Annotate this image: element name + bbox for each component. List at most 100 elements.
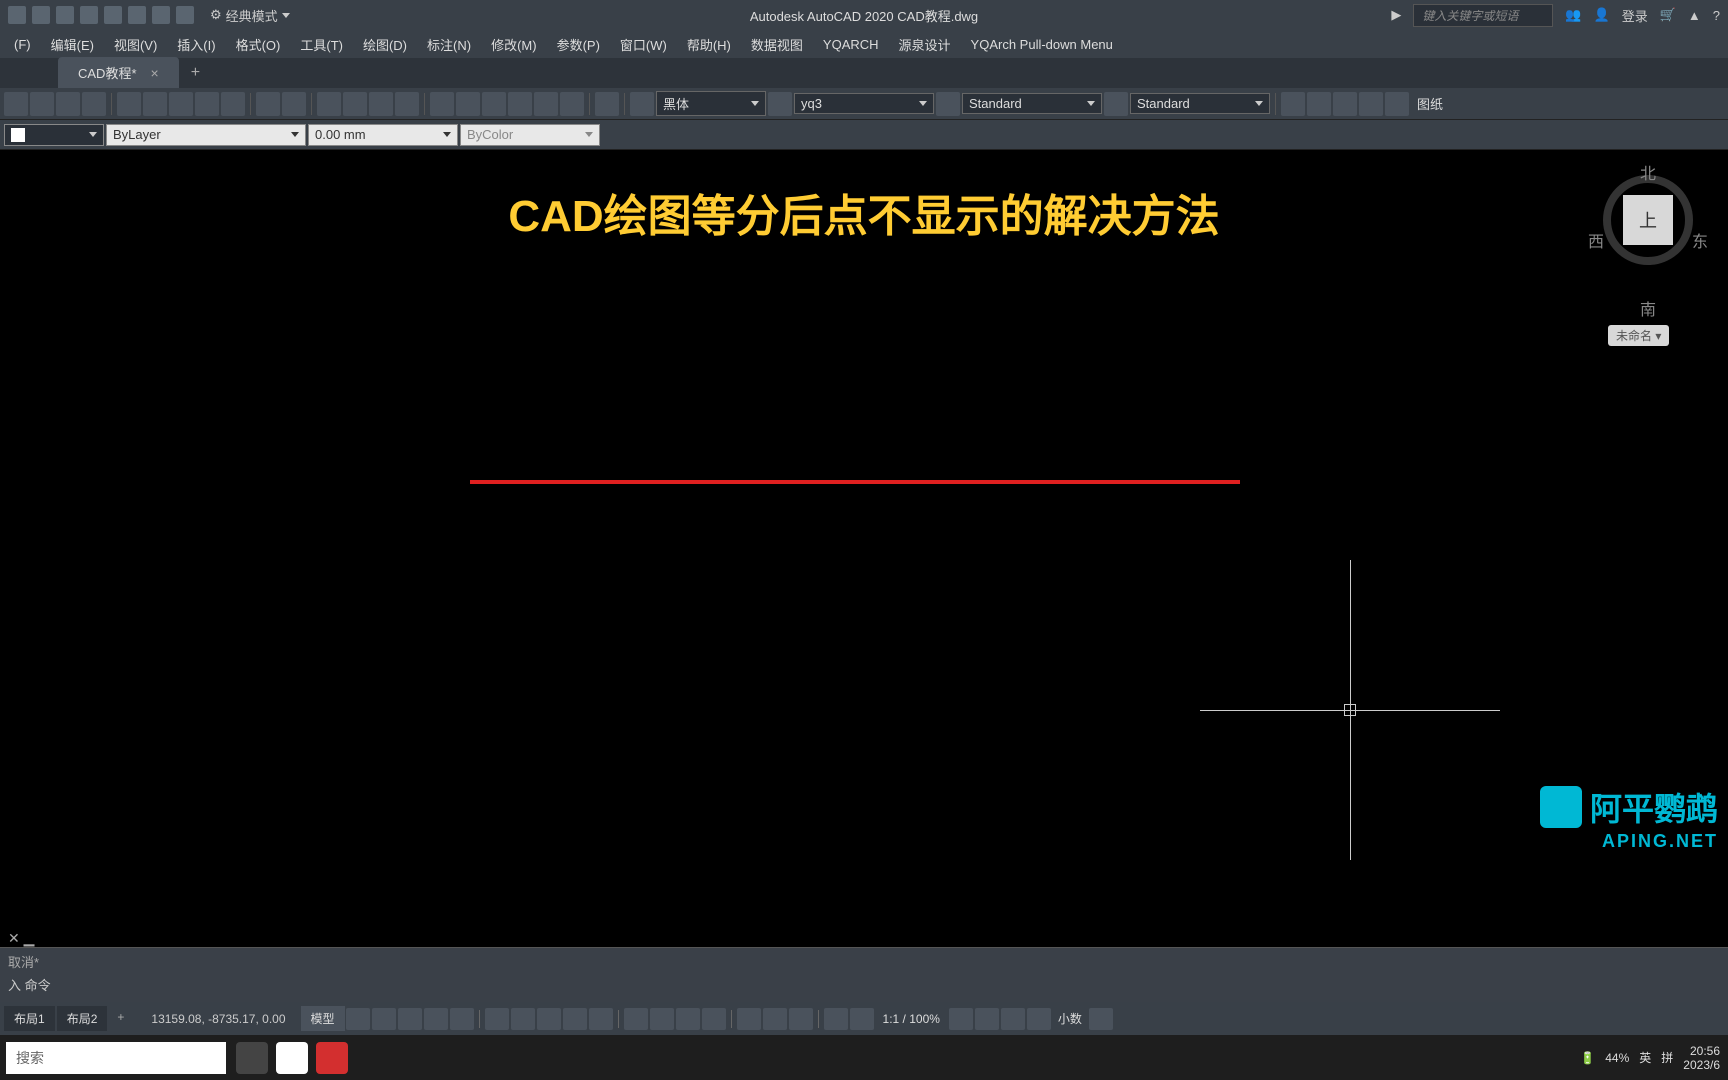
polar-toggle[interactable] [424, 1008, 448, 1030]
menu-yuanquan[interactable]: 源泉设计 [889, 35, 961, 54]
command-prompt[interactable]: 入 命令 [8, 975, 1720, 994]
new-icon[interactable] [32, 6, 50, 24]
color-swatch[interactable] [1385, 92, 1409, 116]
design-center-button[interactable] [456, 92, 480, 116]
table-style-button[interactable] [936, 92, 960, 116]
save-icon[interactable] [80, 6, 98, 24]
units-label[interactable]: 小数 [1052, 1010, 1088, 1027]
menu-dataview[interactable]: 数据视图 [741, 35, 813, 54]
gizmo-toggle[interactable] [702, 1008, 726, 1030]
redo-button[interactable] [282, 92, 306, 116]
os-search[interactable]: 搜索 [6, 1042, 226, 1074]
zoom-window-button[interactable] [369, 92, 393, 116]
color-dropdown[interactable] [4, 124, 104, 146]
linetype-dropdown[interactable]: ByLayer [106, 124, 306, 146]
snap-toggle[interactable] [372, 1008, 396, 1030]
customize-button[interactable] [1089, 1008, 1113, 1030]
close-icon[interactable]: × [151, 65, 159, 81]
model-tab[interactable]: 模型 [301, 1006, 345, 1031]
hardware-accel[interactable] [975, 1008, 999, 1030]
clock-time[interactable]: 20:56 [1683, 1044, 1720, 1058]
taskbar-app-1[interactable] [236, 1042, 268, 1074]
search-input[interactable]: 键入关键字或短语 [1413, 4, 1553, 27]
menu-insert[interactable]: 插入(I) [167, 35, 225, 54]
battery-icon[interactable]: 🔋 [1580, 1051, 1595, 1065]
lineweight-dropdown[interactable]: 0.00 mm [308, 124, 458, 146]
annotation-visibility[interactable] [763, 1008, 787, 1030]
save-button[interactable] [56, 92, 80, 116]
workspace-toggle[interactable] [850, 1008, 874, 1030]
viewcube-south[interactable]: 南 [1640, 296, 1656, 320]
clean-screen[interactable] [1027, 1008, 1051, 1030]
dynamic-ucs[interactable] [650, 1008, 674, 1030]
markup-button[interactable] [534, 92, 558, 116]
taskbar-app-autocad[interactable] [316, 1042, 348, 1074]
menu-help[interactable]: 帮助(H) [677, 35, 741, 54]
redo-icon[interactable] [176, 6, 194, 24]
transparency-toggle[interactable] [589, 1008, 613, 1030]
match-button[interactable] [195, 92, 219, 116]
open-icon[interactable] [56, 6, 74, 24]
lock-button[interactable] [1359, 92, 1383, 116]
viewcube-north[interactable]: 北 [1640, 160, 1656, 184]
new-tab-button[interactable]: + [179, 58, 212, 88]
light-button[interactable] [1281, 92, 1305, 116]
ortho-toggle[interactable] [398, 1008, 422, 1030]
viewcube-top-face[interactable]: 上 [1623, 195, 1673, 245]
3dosnap-toggle[interactable] [511, 1008, 535, 1030]
open-button[interactable] [30, 92, 54, 116]
new-button[interactable] [4, 92, 28, 116]
tool-palettes-button[interactable] [482, 92, 506, 116]
table-style-dropdown[interactable]: Standard [1130, 93, 1270, 114]
login-label[interactable]: 登录 [1622, 6, 1648, 25]
units-toggle[interactable] [949, 1008, 973, 1030]
cut-button[interactable] [117, 92, 141, 116]
play-icon[interactable]: ▶ [1391, 7, 1401, 23]
annotation-scale[interactable] [737, 1008, 761, 1030]
collab-icon[interactable]: 👥 [1565, 7, 1581, 23]
layout-tab-2[interactable]: 布局2 [57, 1006, 108, 1031]
font-dropdown[interactable]: 黑体 [656, 91, 766, 116]
menu-dimension[interactable]: 标注(N) [417, 35, 481, 54]
document-tab[interactable]: CAD教程* × [58, 57, 179, 88]
otrack-toggle[interactable] [537, 1008, 561, 1030]
undo-icon[interactable] [152, 6, 170, 24]
menu-yqarch[interactable]: YQARCH [813, 37, 889, 52]
paste-button[interactable] [169, 92, 193, 116]
help-button[interactable] [595, 92, 619, 116]
undo-button[interactable] [256, 92, 280, 116]
menu-view[interactable]: 视图(V) [104, 35, 167, 54]
menu-window[interactable]: 窗口(W) [610, 35, 677, 54]
taskbar-app-chrome[interactable] [276, 1042, 308, 1074]
grid-toggle[interactable] [346, 1008, 370, 1030]
quickcalc-button[interactable] [560, 92, 584, 116]
workspace-switcher[interactable]: ⚙ 经典模式 [202, 6, 298, 25]
app-icon[interactable] [8, 6, 26, 24]
plotstyle-dropdown[interactable]: ByColor [460, 124, 600, 146]
plot-button[interactable] [82, 92, 106, 116]
osnap-toggle[interactable] [485, 1008, 509, 1030]
ime-mode[interactable]: 拼 [1661, 1049, 1673, 1066]
lineweight-toggle[interactable] [563, 1008, 587, 1030]
text-style-button[interactable] [630, 92, 654, 116]
freeze-button[interactable] [1333, 92, 1357, 116]
saveas-icon[interactable] [104, 6, 122, 24]
autodesk-icon[interactable]: ▲ [1688, 8, 1701, 23]
viewcube-west[interactable]: 西 [1588, 228, 1604, 252]
ime-lang[interactable]: 英 [1639, 1049, 1651, 1066]
copy-button[interactable] [143, 92, 167, 116]
menu-yqarch-pulldown[interactable]: YQArch Pull-down Menu [961, 37, 1123, 52]
add-layout-button[interactable]: + [109, 1006, 132, 1031]
isodraft-toggle[interactable] [450, 1008, 474, 1030]
menu-parametric[interactable]: 参数(P) [547, 35, 610, 54]
isolate-objects[interactable] [1001, 1008, 1025, 1030]
user-icon[interactable]: 👤 [1594, 7, 1610, 23]
drawn-line[interactable] [470, 480, 1240, 484]
layout-tab-1[interactable]: 布局1 [4, 1006, 55, 1031]
mleader-style-button[interactable] [1104, 92, 1128, 116]
command-line[interactable]: ✕ ▁ 取消* 入 命令 [0, 947, 1728, 1002]
plot-icon[interactable] [128, 6, 146, 24]
zoom-scale[interactable]: 1:1 / 100% [875, 1012, 948, 1026]
zoom-button[interactable] [343, 92, 367, 116]
drawing-canvas[interactable]: CAD绘图等分后点不显示的解决方法 阿平鹦鹉 APING.NET [0, 150, 1728, 935]
